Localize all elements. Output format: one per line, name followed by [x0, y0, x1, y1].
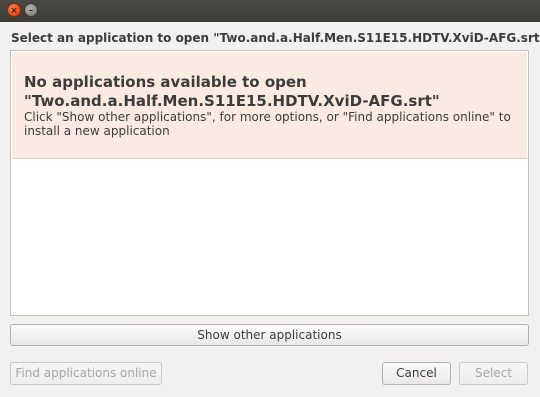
infobar-title-line1: No applications available to open — [24, 73, 307, 91]
no-applications-infobar: No applications available to open "Two.a… — [12, 52, 527, 159]
close-icon: × — [10, 6, 18, 16]
infobar-title: No applications available to open "Two.a… — [24, 73, 519, 111]
minimize-icon: – — [28, 6, 34, 16]
show-other-applications-button[interactable]: Show other applications — [10, 324, 529, 346]
close-window-button[interactable]: × — [7, 3, 21, 17]
dialog-heading: Select an application to open "Two.and.a… — [11, 31, 540, 45]
find-applications-online-button[interactable]: Find applications online — [10, 362, 162, 385]
cancel-button[interactable]: Cancel — [382, 362, 451, 385]
select-button[interactable]: Select — [459, 362, 528, 385]
infobar-title-line2: "Two.and.a.Half.Men.S11E15.HDTV.XviD-AFG… — [24, 92, 440, 110]
title-bar: × – — [0, 0, 540, 22]
application-list[interactable]: No applications available to open "Two.a… — [10, 50, 529, 316]
app-chooser-dialog: × – Select an application to open "Two.a… — [0, 0, 540, 397]
minimize-window-button[interactable]: – — [24, 3, 38, 17]
infobar-description: Click "Show other applications", for mor… — [24, 110, 511, 138]
